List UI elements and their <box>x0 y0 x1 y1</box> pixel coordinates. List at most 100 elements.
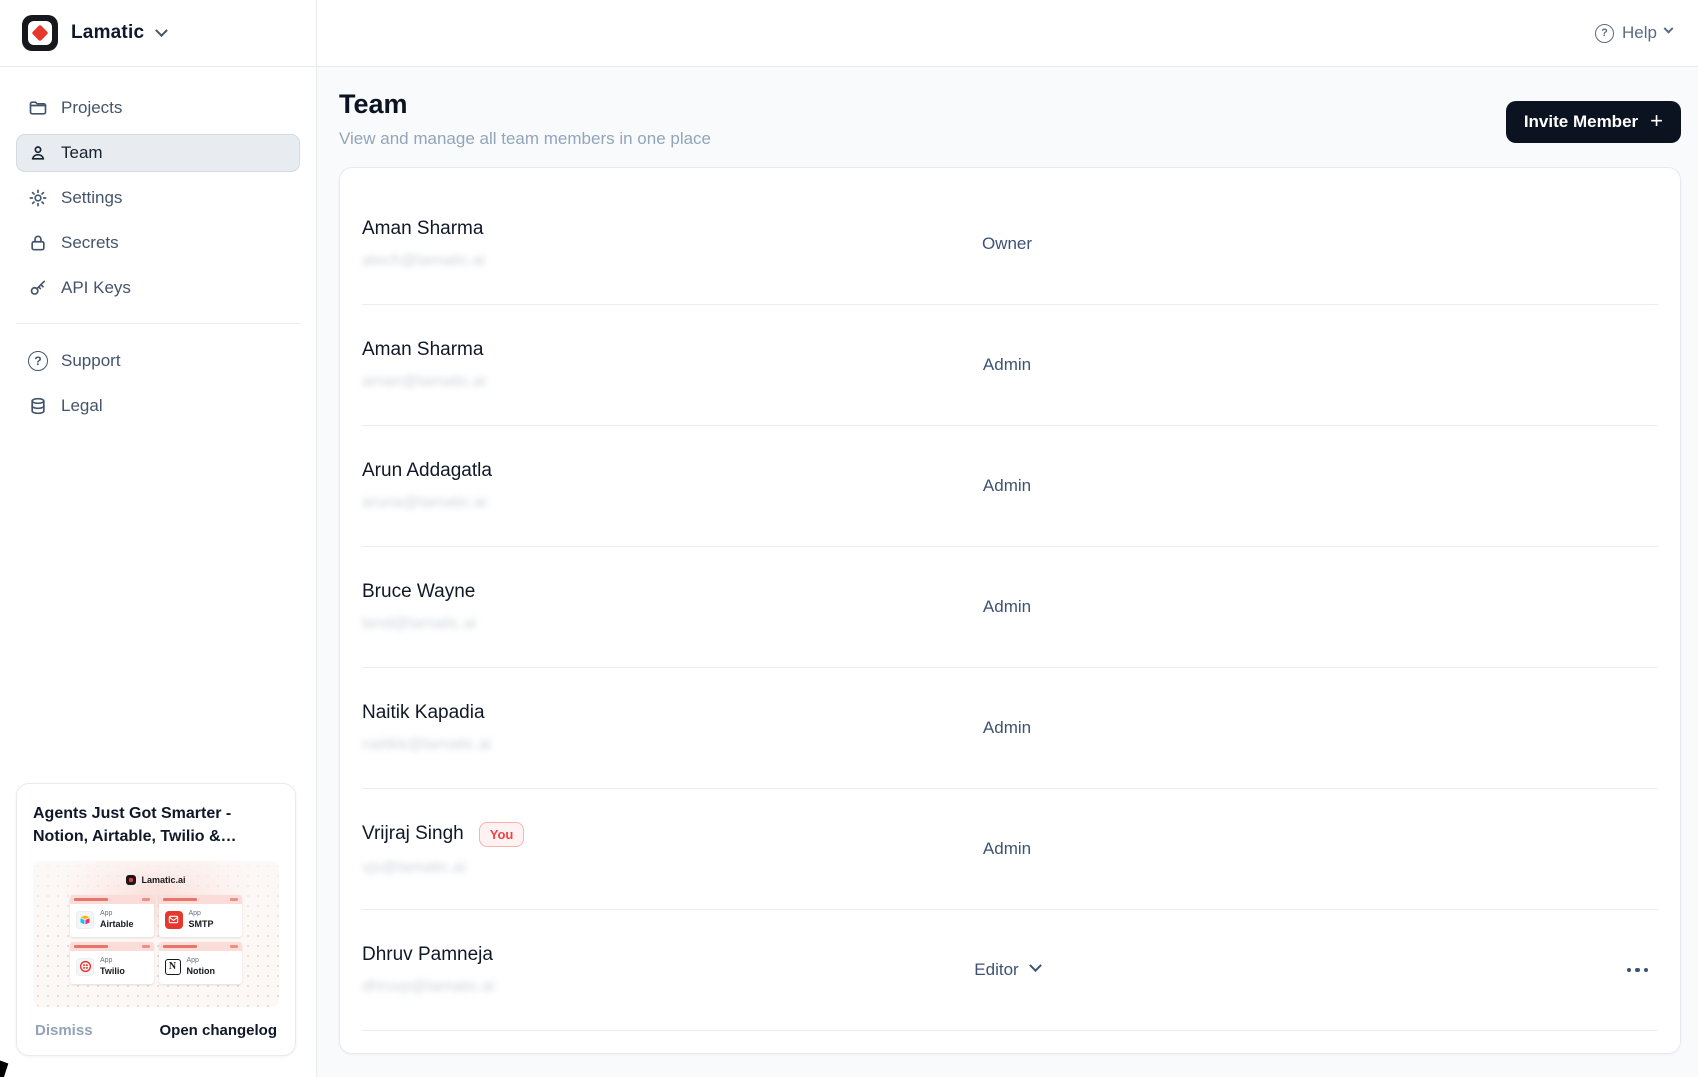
twilio-icon <box>76 958 94 976</box>
smtp-envelope-icon <box>165 911 183 929</box>
member-role: Admin <box>983 718 1031 738</box>
promo-app-grid: AppAirtable AppSMTP <box>70 895 242 984</box>
lamatic-mini-logo-icon <box>126 875 136 885</box>
promo-card-header <box>70 895 154 904</box>
promo-app-label: App <box>100 957 125 964</box>
sidebar-item-label: Legal <box>61 396 103 416</box>
sidebar-divider <box>16 323 300 324</box>
member-role: Admin <box>983 476 1031 496</box>
chevron-down-icon <box>1029 959 1042 972</box>
table-row: Dhruv Pamneja dhruvp@lamatic.ai Editor <box>362 910 1658 1031</box>
row-actions-menu-button[interactable] <box>1623 960 1653 981</box>
ellipsis-icon <box>1644 968 1649 973</box>
sidebar-item-api-keys[interactable]: API Keys <box>16 269 300 307</box>
help-circle-icon: ? <box>28 351 48 371</box>
member-email-redacted: land@lamatic.ai <box>362 615 887 633</box>
table-row: Naitik Kapadia naitikk@lamatic.ai Admin <box>362 668 1658 789</box>
key-icon <box>28 278 48 298</box>
notion-icon: N <box>165 959 181 975</box>
ellipsis-icon <box>230 898 238 901</box>
chevron-down-icon <box>155 24 168 37</box>
member-role: Admin <box>983 597 1031 617</box>
workspace-switcher[interactable]: Lamatic <box>0 0 316 67</box>
promo-strip-text <box>163 945 197 948</box>
sidebar-item-label: API Keys <box>61 278 131 298</box>
table-row: Aman Sharma atech@lamatic.ai Owner <box>362 184 1658 305</box>
sidebar-item-label: Projects <box>61 98 122 118</box>
member-name: Aman Sharma <box>362 339 483 361</box>
changelog-title: Agents Just Got Smarter - Notion, Airtab… <box>33 802 279 848</box>
you-badge: You <box>479 822 525 847</box>
promo-card-header <box>159 895 243 904</box>
promo-strip-text <box>163 898 197 901</box>
invite-member-button[interactable]: Invite Member + <box>1506 101 1681 143</box>
sidebar-item-support[interactable]: ? Support <box>16 342 300 380</box>
dismiss-button[interactable]: Dismiss <box>35 1022 93 1039</box>
promo-strip-text <box>74 898 108 901</box>
member-role: Admin <box>983 355 1031 375</box>
open-changelog-button[interactable]: Open changelog <box>159 1022 277 1039</box>
topbar: ? Help <box>317 0 1698 67</box>
member-email-redacted: naitikk@lamatic.ai <box>362 736 887 754</box>
table-row: Aman Sharma aman@lamatic.ai Admin <box>362 305 1658 426</box>
sidebar-item-label: Settings <box>61 188 122 208</box>
member-email-redacted: aruna@lamatic.ai <box>362 494 887 512</box>
chevron-down-icon <box>1664 24 1674 34</box>
promo-brand: Lamatic.ai <box>33 861 279 885</box>
member-email-redacted: aman@lamatic.ai <box>362 373 887 391</box>
lock-icon <box>28 233 48 253</box>
sidebar-item-settings[interactable]: Settings <box>16 179 300 217</box>
sidebar-item-secrets[interactable]: Secrets <box>16 224 300 262</box>
member-name: Vrijraj Singh <box>362 823 464 845</box>
team-page: Team View and manage all team members in… <box>317 67 1698 1077</box>
member-email-redacted: vjs@lamatic.ai <box>362 859 887 877</box>
user-icon <box>28 143 48 163</box>
promo-card-header <box>159 942 243 951</box>
sidebar-nav: Projects Team Settings Secrets API Keys … <box>0 67 316 432</box>
database-icon <box>28 396 48 416</box>
folder-icon <box>28 98 48 118</box>
sidebar-item-label: Team <box>61 143 103 163</box>
member-role: Editor <box>974 960 1018 980</box>
member-name: Bruce Wayne <box>362 581 475 603</box>
table-row: Vrijraj Singh You vjs@lamatic.ai Admin <box>362 789 1658 910</box>
app-window: Lamatic Projects Team Settings Secrets <box>0 0 1698 1077</box>
member-name: Dhruv Pamneja <box>362 944 493 966</box>
promo-strip-text <box>74 945 108 948</box>
changelog-promo-image: Lamatic.ai AppAirtable <box>33 861 279 1007</box>
promo-card-twilio: App Twilio <box>70 942 154 984</box>
member-name: Aman Sharma <box>362 218 483 240</box>
sidebar-item-label: Secrets <box>61 233 119 253</box>
promo-brand-name: Lamatic.ai <box>141 875 185 885</box>
workspace-name: Lamatic <box>71 22 144 44</box>
promo-app-name: Twilio <box>100 966 125 976</box>
member-role: Owner <box>982 234 1032 254</box>
promo-app-name: Notion <box>187 966 216 976</box>
promo-app-name: Airtable <box>100 919 134 929</box>
help-menu[interactable]: ? Help <box>1595 23 1672 43</box>
help-label: Help <box>1622 23 1657 43</box>
help-circle-icon: ? <box>1595 24 1614 43</box>
ellipsis-icon <box>142 945 150 948</box>
sidebar-item-legal[interactable]: Legal <box>16 387 300 425</box>
airtable-icon <box>76 911 94 929</box>
sidebar-item-label: Support <box>61 351 121 371</box>
promo-card-notion: N AppNotion <box>159 942 243 984</box>
sidebar: Lamatic Projects Team Settings Secrets <box>0 0 317 1077</box>
lamatic-logo-icon <box>22 15 58 51</box>
promo-card-header <box>70 942 154 951</box>
table-row: Bruce Wayne land@lamatic.ai Admin <box>362 547 1658 668</box>
page-title: Team <box>339 89 711 120</box>
changelog-card: Agents Just Got Smarter - Notion, Airtab… <box>16 783 296 1056</box>
promo-card-airtable: AppAirtable <box>70 895 154 937</box>
promo-app-name: SMTP <box>189 919 214 929</box>
member-email-redacted: dhruvp@lamatic.ai <box>362 978 887 996</box>
sidebar-item-projects[interactable]: Projects <box>16 89 300 127</box>
plus-icon: + <box>1650 110 1663 132</box>
sidebar-item-team[interactable]: Team <box>16 134 300 172</box>
member-email-redacted: atech@lamatic.ai <box>362 252 887 270</box>
page-subtitle: View and manage all team members in one … <box>339 129 711 149</box>
role-dropdown[interactable]: Editor <box>974 960 1039 980</box>
ellipsis-icon <box>142 898 150 901</box>
promo-app-label: App <box>189 910 214 917</box>
